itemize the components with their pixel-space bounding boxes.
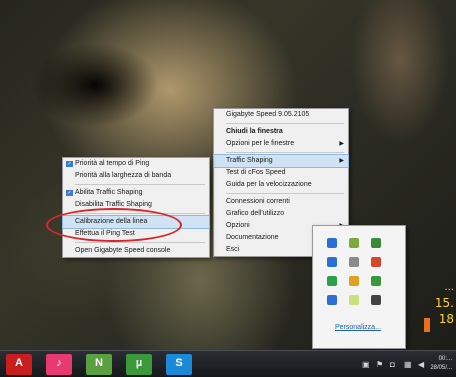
menu-item-label: Test di cFos Speed [226,169,286,176]
tray-shield-icon[interactable]: ◘ [390,360,395,369]
tray-flag-icon[interactable]: ⚑ [376,360,383,369]
chevron-right-icon: ▶ [339,141,344,147]
tray-network-icon[interactable]: ▣ [362,360,370,369]
note-icon[interactable] [349,295,359,305]
clock-date: 28/05/... [430,365,452,371]
side-bar-indicator [424,318,430,332]
menu-item-label: Disabilita Traffic Shaping [75,201,152,208]
clock[interactable]: 00:... 28/05/... [430,355,452,373]
utorrent-icon: µ [135,357,143,369]
side-readout-3: 18 [438,312,454,326]
menu-item-abilita-traffic-shaping[interactable]: ✓ Abilita Traffic Shaping [63,187,209,199]
itunes-icon: ♪ [56,357,62,369]
checkmark-icon: ✓ [66,190,73,196]
menu-item-label: Open Gigabyte Speed console [75,247,171,254]
app-icon[interactable] [327,276,337,286]
menu-item-label: Gigabyte Speed 9.05.2105 [226,111,310,118]
tray-signal-icon[interactable]: ▦ [404,360,412,369]
xbox-icon[interactable] [371,276,381,286]
side-readout-2: 15. [434,296,454,310]
annotation-circle [46,208,182,242]
menu-item-connessioni-correnti[interactable]: Connessioni correnti [214,196,348,208]
menu-item-guida-per-la-velocizzazione[interactable]: Guida per la velocizzazione [214,179,348,191]
chrome-icon[interactable] [371,257,381,267]
defender-icon[interactable] [371,238,381,248]
menu-item-label: Abilita Traffic Shaping [75,189,143,196]
taskbar: ▣ ⚑ ◘ ▦ ◀ 00:... 28/05/... A ♪ Nµ S [0,350,456,377]
chevron-right-icon: ▶ [339,158,344,164]
menu-item-label: Opzioni per le finestre [226,140,295,147]
menu-item-grafico-dell-utilizzo[interactable]: Grafico dell'utilizzo [214,208,348,220]
cloud-icon[interactable] [349,257,359,267]
personalize-link[interactable]: Personalizza... [335,324,381,331]
menu-item-priorit-alla-larghezza-di-banda[interactable]: Priorità alla larghezza di banda [63,170,209,182]
sync-icon[interactable] [327,295,337,305]
tray-volume-icon[interactable]: ◀ [418,360,424,369]
clock-time: 00:... [438,356,452,362]
menu-item-label: Guida per la velocizzazione [226,181,312,188]
skype-icon: S [175,357,183,369]
media-icon[interactable] [349,276,359,286]
menu-item-label: Priorità alla larghezza di banda [75,172,172,179]
menu-item-test-di-cfos-speed[interactable]: Test di cFos Speed [214,167,348,179]
side-readout-1: ... [444,282,454,293]
menu-item-priorit-al-tempo-di-ping[interactable]: ✓ Priorità al tempo di Ping [63,158,209,170]
menu-item-label: Esci [226,246,240,253]
menu-item-label: Opzioni [226,222,250,229]
menu-item-label: Grafico dell'utilizzo [226,210,285,217]
speed-icon[interactable] [371,295,381,305]
tray-overflow-panel: Personalizza... [312,225,406,349]
utorrent-button[interactable]: µ [126,354,152,375]
menu-separator [226,152,344,153]
menu-separator [226,123,344,124]
antivirus-icon[interactable] [327,257,337,267]
menu-separator [226,193,344,194]
menu-item-traffic-shaping[interactable]: Traffic Shaping ▶ [213,154,349,168]
menu-item-label: Priorità al tempo di Ping [75,160,150,167]
app-n-button[interactable]: N [86,354,112,375]
menu-separator [75,184,205,185]
menu-separator [75,242,205,243]
menu-item-open-gigabyte-speed-console[interactable]: Open Gigabyte Speed console [63,245,209,257]
menu-item-label: Documentazione [226,234,279,241]
app-n-icon: N [95,357,103,369]
acrobat-icon: A [15,357,23,369]
menu-item-gigabyte-speed-9-05-2105[interactable]: Gigabyte Speed 9.05.2105 [214,109,348,121]
checkmark-icon: ✓ [66,161,73,167]
menu-item-opzioni-per-le-finestre[interactable]: Opzioni per le finestre ▶ [214,138,348,150]
submenu-traffic-shaping: ✓ Priorità al tempo di Ping Priorità alla … [62,157,210,258]
menu-item-label: Connessioni correnti [226,198,290,205]
menu-item-label: Chiudi la finestra [226,128,283,135]
bluetooth-icon[interactable] [327,238,337,248]
skype-button[interactable]: S [166,354,192,375]
itunes-button[interactable]: ♪ [46,354,72,375]
menu-item-label: Traffic Shaping [226,157,273,164]
acrobat-button[interactable]: A [6,354,32,375]
menu-item-chiudi-la-finestra[interactable]: Chiudi la finestra [214,126,348,138]
network-icon[interactable] [349,238,359,248]
